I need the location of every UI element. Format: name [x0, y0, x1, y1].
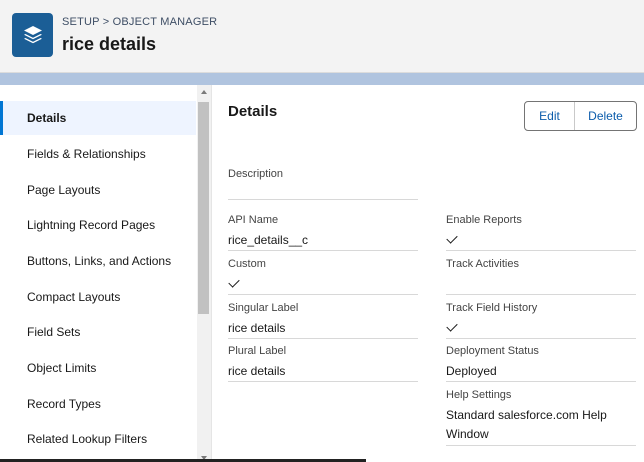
track-activities-field: Track Activities	[446, 257, 636, 295]
custom-field: Custom	[228, 257, 418, 295]
deployment-status-field: Deployment Status Deployed	[446, 344, 636, 382]
sidebar-item-label: Field Sets	[27, 325, 81, 339]
field-label: Plural Label	[228, 345, 287, 357]
section-title: Details	[228, 103, 278, 120]
sidebar-item-compact-layouts[interactable]: Compact Layouts	[0, 280, 196, 314]
checkmark-icon	[228, 276, 240, 288]
sidebar-item-label: Object Limits	[27, 361, 97, 375]
field-value: Standard salesforce.com Help	[446, 408, 607, 422]
api-name-field: API Name rice_details__c	[228, 213, 418, 251]
header-band	[0, 73, 644, 85]
layers-icon	[12, 13, 53, 57]
sidebar-item-label: Details	[27, 111, 67, 125]
field-label: Help Settings	[446, 389, 512, 401]
field-label: Description	[228, 168, 284, 180]
sidebar-item-label: Page Layouts	[27, 183, 101, 197]
field-value: rice details	[228, 321, 286, 335]
field-label: Custom	[228, 258, 266, 270]
field-label: Singular Label	[228, 302, 299, 314]
description-field: Description	[228, 166, 418, 200]
sidebar-item-page-layouts[interactable]: Page Layouts	[0, 173, 196, 207]
page-title: rice details	[62, 34, 157, 54]
field-label: Enable Reports	[446, 214, 522, 226]
scroll-up-arrow-icon[interactable]	[201, 90, 207, 94]
action-button-group: Edit Delete	[524, 101, 637, 131]
delete-button[interactable]: Delete	[575, 102, 636, 130]
sidebar-item-label: Lightning Record Pages	[27, 218, 156, 232]
sidebar-item-lightning-record-pages[interactable]: Lightning Record Pages	[0, 208, 196, 242]
scrollbar-thumb[interactable]	[198, 102, 209, 314]
field-value: Window	[446, 427, 489, 441]
sidebar-item-object-limits[interactable]: Object Limits	[0, 351, 196, 385]
sidebar-item-record-types[interactable]: Record Types	[0, 387, 196, 421]
sidebar-item-label: Record Types	[27, 397, 101, 411]
sidebar-item-label: Compact Layouts	[27, 290, 121, 304]
sidebar-item-label: Related Lookup Filters	[27, 432, 148, 446]
field-value: rice_details__c	[228, 233, 309, 247]
checkmark-icon	[446, 232, 458, 244]
sidebar-item-label: Fields & Relationships	[27, 147, 146, 161]
singular-label-field: Singular Label rice details	[228, 301, 418, 339]
sidebar-item-buttons-links-actions[interactable]: Buttons, Links, and Actions	[0, 244, 196, 278]
edit-button[interactable]: Edit	[525, 102, 575, 130]
page-header: SETUP > OBJECT MANAGER rice details	[0, 0, 644, 73]
sidebar-item-field-sets[interactable]: Field Sets	[0, 315, 196, 349]
sidebar-item-label: Buttons, Links, and Actions	[27, 254, 172, 268]
sidebar-item-fields-relationships[interactable]: Fields & Relationships	[0, 137, 196, 171]
sidebar-item-related-lookup-filters[interactable]: Related Lookup Filters	[0, 422, 196, 456]
field-label: Track Activities	[446, 258, 519, 270]
plural-label-field: Plural Label rice details	[228, 344, 418, 382]
field-value: Deployed	[446, 364, 497, 378]
breadcrumb[interactable]: SETUP > OBJECT MANAGER	[62, 16, 217, 28]
field-label: API Name	[228, 214, 279, 226]
help-settings-field: Help Settings Standard salesforce.com He…	[446, 388, 636, 446]
sidebar-item-details[interactable]: Details	[0, 101, 196, 135]
track-field-history-field: Track Field History	[446, 301, 636, 339]
field-label: Deployment Status	[446, 345, 539, 357]
field-label: Track Field History	[446, 302, 538, 314]
sidebar-nav: Details Fields & Relationships Page Layo…	[0, 85, 212, 462]
checkmark-icon	[446, 320, 458, 332]
field-value: rice details	[228, 364, 286, 378]
enable-reports-field: Enable Reports	[446, 213, 636, 251]
